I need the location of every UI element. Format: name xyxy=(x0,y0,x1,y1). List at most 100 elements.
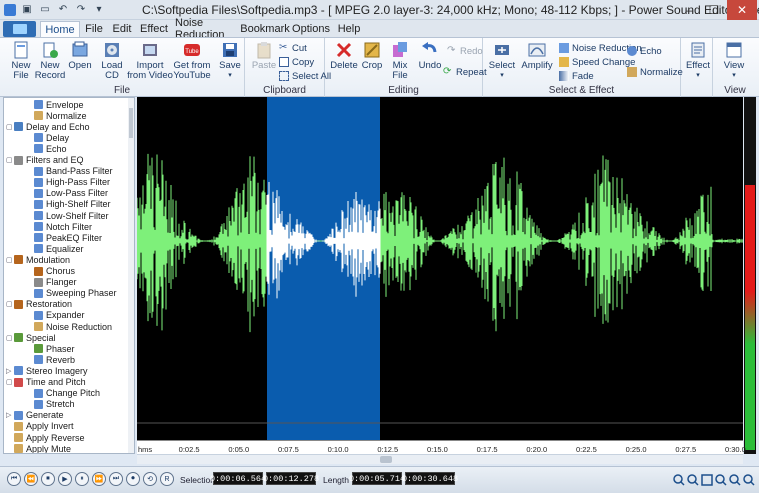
tab-home[interactable]: Home xyxy=(40,21,80,37)
fast-forward-button[interactable]: ⏩ xyxy=(92,472,106,486)
effect-dropdown-icon[interactable]: ▾ xyxy=(696,71,700,81)
tree-item-equalizer[interactable]: Equalizer xyxy=(34,243,84,254)
repeat-button[interactable]: ⟳ Repeat xyxy=(443,65,487,79)
select-all-button[interactable]: Select All xyxy=(279,69,331,83)
tree-expander-icon[interactable]: ▢ xyxy=(6,334,13,342)
redo-quick-icon[interactable]: ↷ xyxy=(74,3,88,17)
zoom-fit-button[interactable] xyxy=(700,473,713,486)
open-button[interactable]: Open xyxy=(63,40,97,84)
tree-item-notch-filter[interactable]: Notch Filter xyxy=(34,221,92,232)
save-button[interactable]: Save ▾ xyxy=(213,40,247,84)
undo-quick-icon[interactable]: ↶ xyxy=(56,3,70,17)
tree-item-flanger[interactable]: Flanger xyxy=(34,277,77,288)
rewind-button[interactable]: ⏪ xyxy=(24,472,38,486)
stop-button[interactable]: ⏹ xyxy=(41,472,55,486)
tree-item-sweeping-phaser[interactable]: Sweeping Phaser xyxy=(34,288,117,299)
maximize-button[interactable]: ☐ xyxy=(703,0,725,20)
tree-item-envelope[interactable]: Envelope xyxy=(34,99,84,110)
tree-item-chorus[interactable]: Chorus xyxy=(34,266,75,277)
tree-expander-icon[interactable]: ▢ xyxy=(6,300,13,308)
zoom-vertical-button[interactable] xyxy=(728,473,741,486)
save-quick-icon[interactable]: ▣ xyxy=(20,3,34,17)
customize-dropdown-icon[interactable]: ▾ xyxy=(92,3,106,17)
tree-scrollbar-thumb[interactable] xyxy=(129,108,133,138)
total-length-field[interactable]: 0:00:30.648 xyxy=(402,472,458,485)
tree-item-apply-mute[interactable]: Apply Mute xyxy=(6,443,71,453)
tree-item-phaser[interactable]: Phaser xyxy=(34,343,75,354)
copy-button[interactable]: Copy xyxy=(279,55,314,69)
tree-item-time-and-pitch[interactable]: ▢ Time and Pitch xyxy=(6,377,86,388)
selection-start-field[interactable]: 0:00:06.564 xyxy=(210,472,266,485)
tree-expander-icon[interactable]: ▢ xyxy=(6,156,13,164)
loop-button[interactable]: ⟲ xyxy=(143,472,157,486)
repeat-mode-button[interactable]: R xyxy=(160,472,174,486)
tree-item-apply-reverse[interactable]: Apply Reverse xyxy=(6,432,85,443)
zoom-in-button[interactable] xyxy=(672,473,685,486)
tree-item-low-shelf-filter[interactable]: Low-Shelf Filter xyxy=(34,210,109,221)
tab-noise-reduction[interactable]: Noise Reduction xyxy=(175,17,239,41)
paste-button[interactable]: Paste xyxy=(247,40,281,84)
tab-help[interactable]: Help xyxy=(336,21,362,37)
open-quick-icon[interactable]: ▭ xyxy=(38,3,52,17)
tree-item-restoration[interactable]: ▢ Restoration xyxy=(6,299,72,310)
tree-item-modulation[interactable]: ▢ Modulation xyxy=(6,254,70,265)
tree-item-delay-and-echo[interactable]: ▢ Delay and Echo xyxy=(6,121,90,132)
tree-expander-icon[interactable]: ▢ xyxy=(6,256,13,264)
tab-file[interactable]: File xyxy=(82,21,106,37)
zoom-full-button[interactable] xyxy=(742,473,755,486)
load-cd-button[interactable]: Load CD xyxy=(95,40,129,84)
waveform-view[interactable] xyxy=(137,97,743,440)
fade-button[interactable]: Fade xyxy=(559,69,594,83)
tree-item-low-pass-filter[interactable]: Low-Pass Filter xyxy=(34,188,108,199)
tree-item-normalize[interactable]: Normalize xyxy=(34,110,87,121)
tree-expander-icon[interactable]: ▢ xyxy=(6,123,13,131)
view-dropdown-icon[interactable]: ▾ xyxy=(732,71,736,81)
tree-expander-icon[interactable]: ▢ xyxy=(6,378,13,386)
length-field[interactable]: 0:00:05.714 xyxy=(349,472,405,485)
echo-button[interactable]: Echo xyxy=(627,44,662,58)
tree-item-noise-reduction[interactable]: Noise Reduction xyxy=(34,321,112,332)
new-record-button[interactable]: New Record xyxy=(33,40,67,84)
tree-item-apply-invert[interactable]: Apply Invert xyxy=(6,421,74,432)
view-button[interactable]: View ▾ xyxy=(717,40,751,84)
zoom-out-button[interactable] xyxy=(686,473,699,486)
amplify-button[interactable]: Amplify xyxy=(519,40,555,84)
cut-button[interactable]: ✂ Cut xyxy=(279,41,307,55)
tree-item-generate[interactable]: ▷ Generate xyxy=(6,410,64,421)
effect-button[interactable]: Effect ▾ xyxy=(681,40,715,84)
tree-item-expander[interactable]: Expander xyxy=(34,310,85,321)
go-end-button[interactable]: ⏭ xyxy=(109,472,123,486)
tree-item-stereo-imagery[interactable]: ▷ Stereo Imagery xyxy=(6,365,88,376)
tree-item-reverb[interactable]: Reverb xyxy=(34,354,75,365)
tree-item-high-pass-filter[interactable]: High-Pass Filter xyxy=(34,177,110,188)
tree-item-echo[interactable]: Echo xyxy=(34,143,67,154)
tab-edit[interactable]: Edit xyxy=(110,21,134,37)
save-dropdown-icon[interactable]: ▾ xyxy=(228,71,232,81)
horizontal-scrollbar-thumb[interactable] xyxy=(380,456,392,463)
record-transport-button[interactable]: ⏺ xyxy=(126,472,140,486)
play-button[interactable]: ▶ xyxy=(58,472,72,486)
zoom-selection-button[interactable] xyxy=(714,473,727,486)
selection-end-field[interactable]: 0:00:12.278 xyxy=(263,472,319,485)
undo-button[interactable]: Undo xyxy=(413,40,447,84)
tree-item-band-pass-filter[interactable]: Band-Pass Filter xyxy=(34,166,113,177)
horizontal-scrollbar[interactable] xyxy=(137,454,743,464)
minimize-button[interactable]: – xyxy=(679,0,701,20)
mix-file-button[interactable]: Mix File xyxy=(383,40,417,84)
tree-scrollbar[interactable] xyxy=(128,98,134,453)
tab-effect[interactable]: Effect xyxy=(138,21,170,37)
get-from-youtube-button[interactable]: Tube Get from YouTube xyxy=(173,40,211,84)
tree-item-peakeq-filter[interactable]: PeakEQ Filter xyxy=(34,232,102,243)
select-dropdown-icon[interactable]: ▾ xyxy=(500,71,504,81)
close-button[interactable]: ✕ xyxy=(727,0,757,20)
tab-options[interactable]: Options xyxy=(292,21,330,37)
tree-item-delay[interactable]: Delay xyxy=(34,132,69,143)
select-button[interactable]: Select ▾ xyxy=(485,40,519,84)
tab-bookmark[interactable]: Bookmark xyxy=(240,21,290,37)
pause-button[interactable]: ⏸ xyxy=(75,472,89,486)
tree-item-change-pitch[interactable]: Change Pitch xyxy=(34,388,100,399)
redo-button[interactable]: ↷ Redo xyxy=(447,44,483,58)
tree-expander-icon[interactable]: ▷ xyxy=(6,411,13,419)
go-start-button[interactable]: ⏮ xyxy=(7,472,21,486)
import-from-video-button[interactable]: Import from Video xyxy=(127,40,173,84)
